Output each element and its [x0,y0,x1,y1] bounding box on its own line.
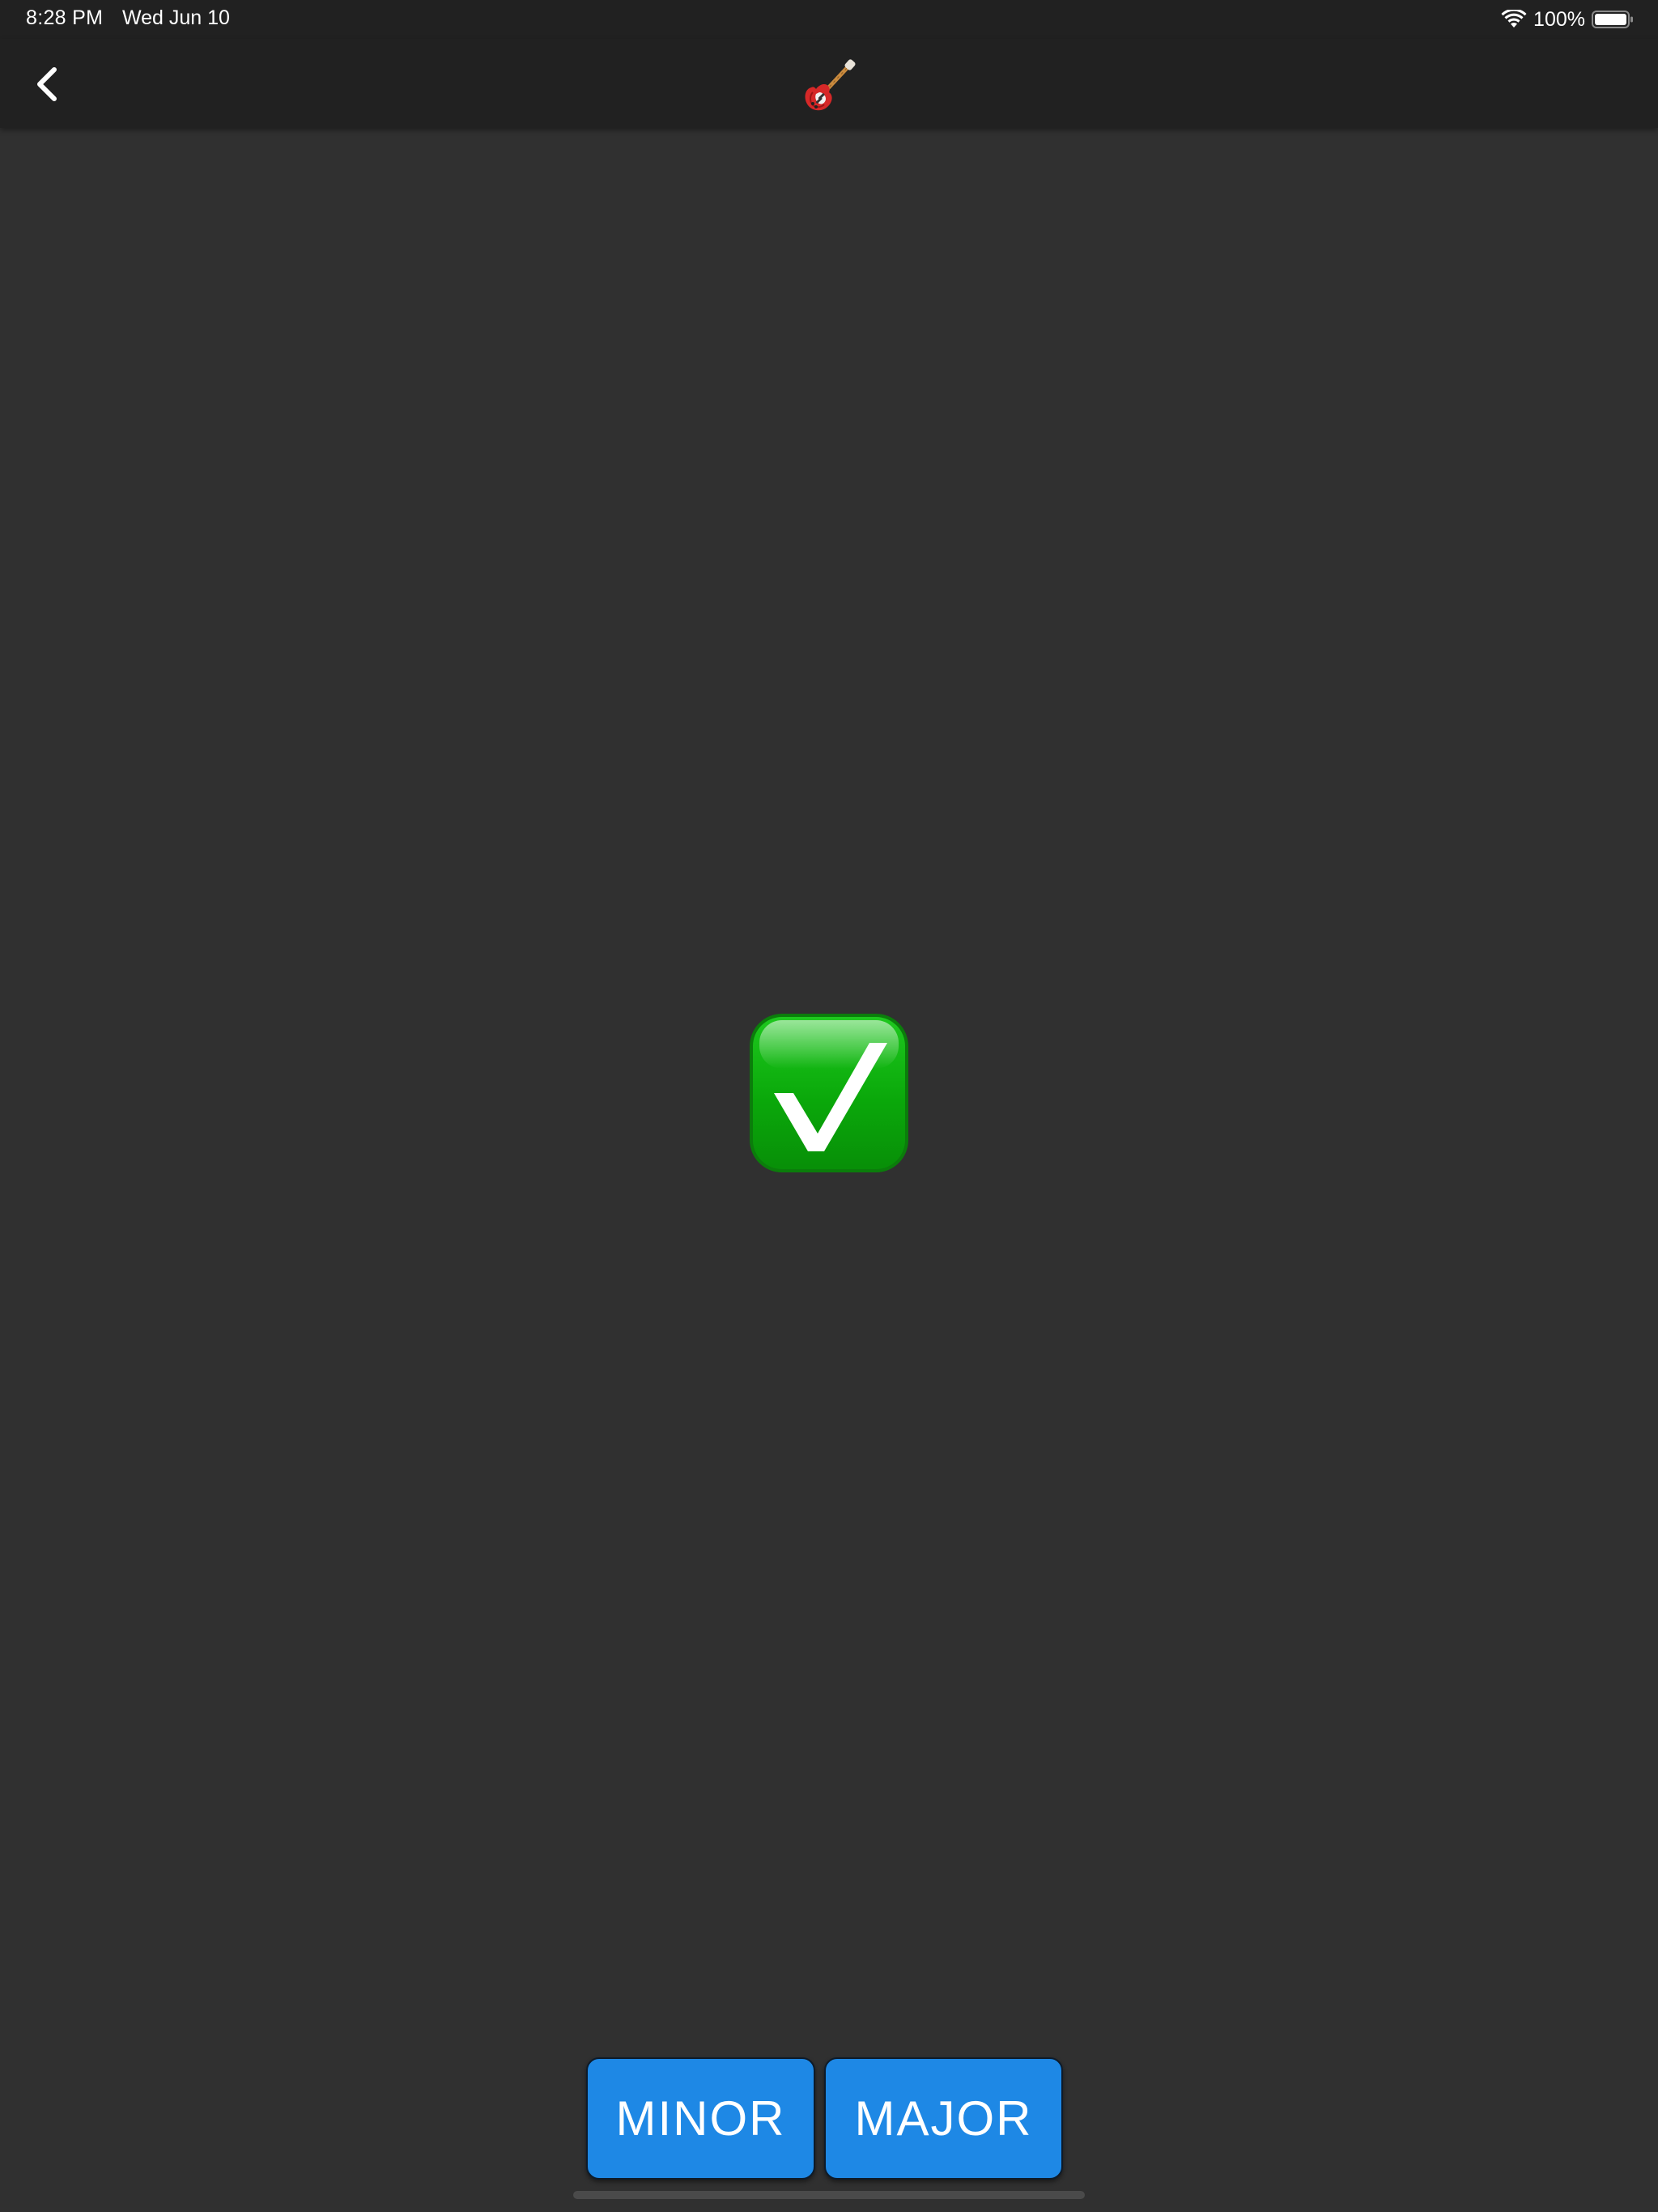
status-time: 8:28 PM [26,6,104,29]
status-date: Wed Jun 10 [122,6,230,29]
home-indicator[interactable] [573,2191,1085,2199]
chevron-left-icon [37,67,57,101]
battery-percent: 100% [1533,7,1585,31]
navigation-bar [0,39,1658,128]
status-indicators: 100% [1501,6,1634,32]
check-mark-button-icon [750,1014,908,1172]
wifi-icon [1501,10,1527,28]
major-button[interactable]: MAJOR [824,2057,1063,2180]
electric-guitar-icon [805,59,856,111]
minor-button[interactable]: MINOR [586,2057,815,2180]
battery-icon [1592,11,1633,28]
back-button[interactable] [23,60,71,108]
status-bar: 8:28 PM Wed Jun 10 100% [0,0,1658,39]
